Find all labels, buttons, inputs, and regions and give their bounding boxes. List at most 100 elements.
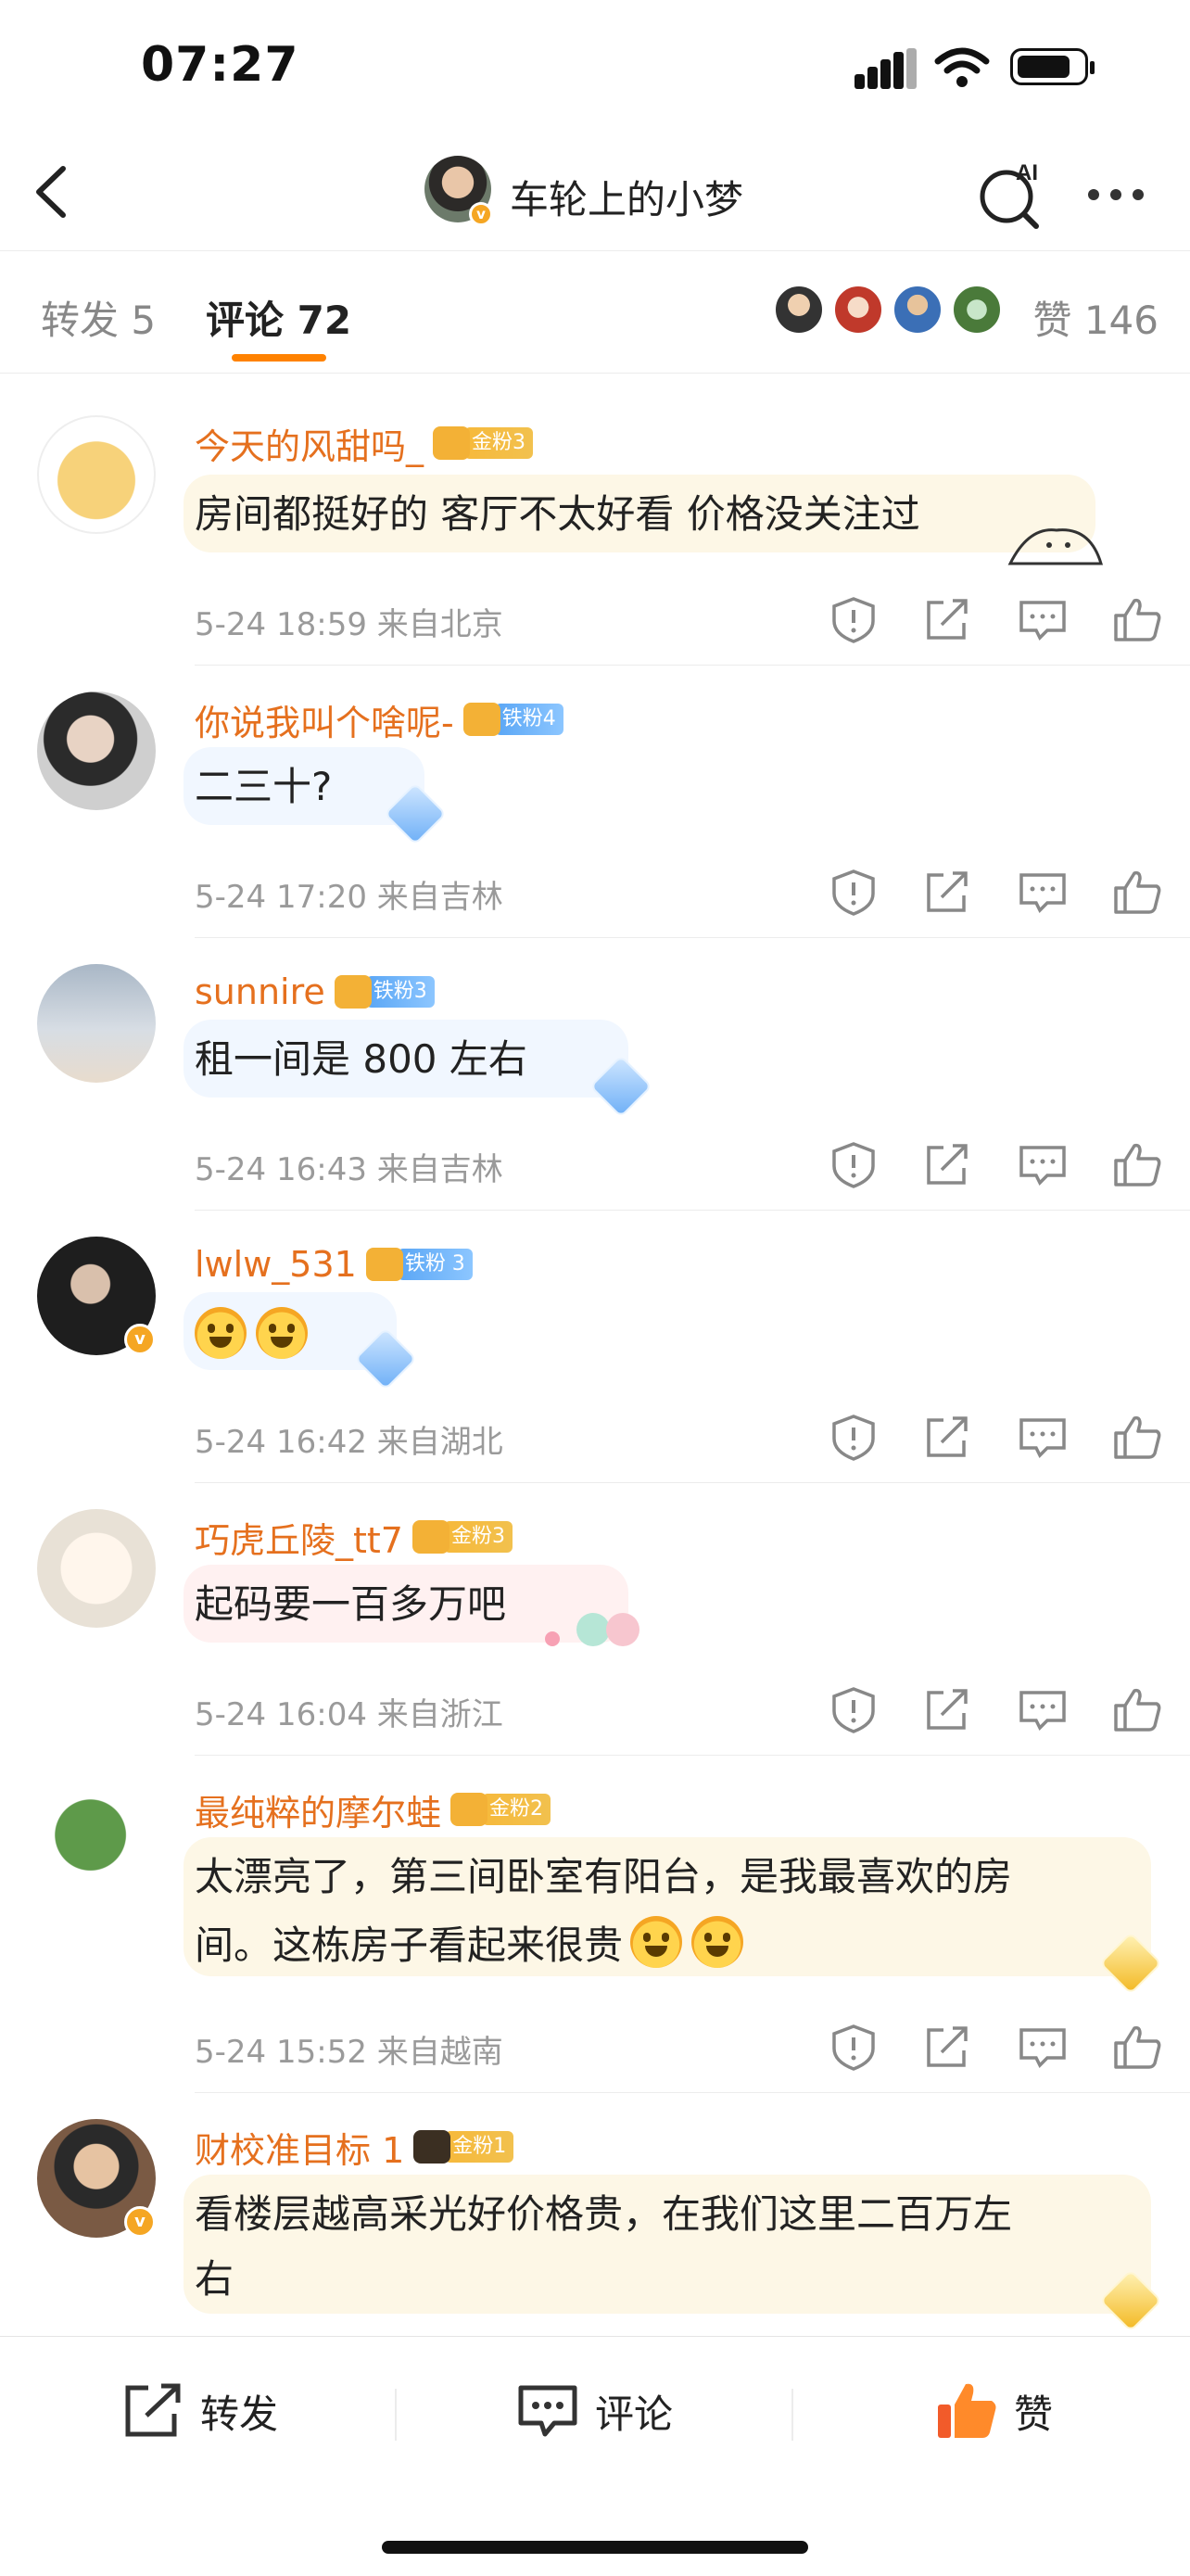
- likes-count[interactable]: 赞 146: [1032, 289, 1158, 346]
- crown-icon: [462, 703, 500, 736]
- bottom-action-bar: 转发 评论 赞: [0, 2336, 1190, 2576]
- comment-location: 来自浙江: [376, 1696, 503, 1733]
- report-shield-icon[interactable]: [821, 1413, 886, 1461]
- report-shield-icon[interactable]: [821, 868, 886, 916]
- nav-bar: v 车轮上的小梦 AI: [0, 139, 1190, 251]
- comment-label: 评论: [595, 2391, 674, 2437]
- fan-badge[interactable]: 铁粉 3: [365, 1248, 473, 1281]
- blushing-emoji-icon: [691, 1916, 744, 1968]
- fan-badge[interactable]: 铁粉4: [462, 703, 563, 736]
- username[interactable]: 今天的风甜吗_: [195, 418, 424, 469]
- liker-avatar[interactable]: [951, 284, 1003, 336]
- battery-icon: [1010, 48, 1095, 85]
- comment-location: 来自越南: [376, 2034, 503, 2071]
- fan-badge[interactable]: 金粉3: [433, 426, 534, 460]
- home-indicator[interactable]: [382, 2541, 808, 2554]
- comment-location: 来自北京: [376, 606, 503, 643]
- comment-time: 5-24 17:20: [195, 879, 367, 916]
- user-avatar[interactable]: [37, 1782, 156, 1900]
- bears-sticker-icon: [545, 1613, 639, 1646]
- comment-button[interactable]: 评论: [515, 2374, 673, 2448]
- report-shield-icon[interactable]: [821, 1685, 886, 1733]
- back-arrow-icon[interactable]: [26, 159, 82, 224]
- comment-item: 今天的风甜吗_ 金粉3 房间都挺好的 客厅不太好看 价格没关注过 5-24 18…: [0, 389, 1190, 666]
- username[interactable]: 巧虎丘陵_tt7: [195, 1512, 403, 1563]
- comment-item: sunnire 铁粉3 租一间是 800 左右 5-24 16:43 来自吉林: [0, 938, 1190, 1211]
- status-bar: 07:27: [0, 0, 1190, 139]
- reply-icon[interactable]: [1010, 868, 1075, 916]
- like-button[interactable]: 赞: [934, 2374, 1053, 2448]
- ai-search-icon[interactable]: AI: [975, 158, 1049, 232]
- comment-text-line1: 看楼层越高采光好价格贵，在我们这里二百万左: [195, 2191, 1013, 2237]
- reply-icon[interactable]: [1010, 595, 1075, 643]
- reply-icon[interactable]: [1010, 1413, 1075, 1461]
- tab-comment[interactable]: 评论 72: [206, 289, 351, 346]
- report-shield-icon[interactable]: [821, 1140, 886, 1188]
- comment-time: 5-24 18:59: [195, 606, 367, 643]
- blushing-emoji-icon: [630, 1916, 683, 1968]
- status-time: 07:27: [141, 37, 299, 93]
- comment-location: 来自湖北: [376, 1424, 503, 1461]
- username[interactable]: lwlw_531: [195, 1244, 357, 1285]
- author-name[interactable]: 车轮上的小梦: [510, 169, 743, 225]
- comment-time: 5-24 16:42: [195, 1424, 367, 1461]
- like-thumb-icon[interactable]: [1105, 1140, 1170, 1188]
- crying-laugh-emoji-icon: [256, 1307, 308, 1359]
- reply-icon[interactable]: [1010, 1140, 1075, 1188]
- liker-avatar[interactable]: [892, 284, 943, 336]
- share-icon[interactable]: [916, 1685, 981, 1733]
- crown-icon: [413, 2130, 451, 2164]
- share-icon[interactable]: [916, 1140, 981, 1188]
- comment-item: 你说我叫个啥呢- 铁粉4 二三十? 5-24 17:20 来自吉林: [0, 666, 1190, 938]
- username[interactable]: sunnire: [195, 971, 325, 1012]
- comment-time: 5-24 15:52: [195, 2034, 367, 2071]
- comment-item: 最纯粹的摩尔蛙 金粉2 太漂亮了，第三间卧室有阳台，是我最喜欢的房 间。这栋房子…: [0, 1756, 1190, 2093]
- user-avatar[interactable]: [37, 964, 156, 1083]
- user-avatar[interactable]: [37, 415, 156, 534]
- comment-text: 起码要一百多万吧: [195, 1581, 507, 1627]
- repost-button[interactable]: 转发: [120, 2374, 278, 2448]
- active-tab-indicator: [232, 354, 326, 362]
- like-thumb-icon[interactable]: [1105, 1685, 1170, 1733]
- crying-laugh-emoji-icon: [195, 1307, 247, 1359]
- ai-label: AI: [1016, 160, 1038, 185]
- report-shield-icon[interactable]: [821, 595, 886, 643]
- share-icon[interactable]: [916, 1413, 981, 1461]
- username[interactable]: 财校准目标 1: [195, 2122, 404, 2173]
- like-thumb-icon[interactable]: [1105, 595, 1170, 643]
- like-thumb-icon[interactable]: [1105, 2023, 1170, 2071]
- fan-badge[interactable]: 金粉2: [450, 1793, 551, 1826]
- user-avatar[interactable]: [37, 692, 156, 810]
- verified-badge-icon: v: [124, 1324, 156, 1355]
- crown-icon: [365, 1248, 403, 1281]
- comment-item: v lwlw_531 铁粉 3 5-24 16:42 来自湖北: [0, 1211, 1190, 1483]
- comment-text-line2: 右: [195, 2256, 234, 2302]
- doodle-dog-sticker-icon: [1007, 528, 1104, 565]
- comment-item: 巧虎丘陵_tt7 金粉3 起码要一百多万吧 5-24 16:04 来自浙江: [0, 1483, 1190, 1756]
- reply-icon[interactable]: [1010, 2023, 1075, 2071]
- verified-badge-icon: v: [469, 202, 493, 226]
- tab-repost[interactable]: 转发 5: [41, 289, 156, 346]
- share-icon[interactable]: [916, 2023, 981, 2071]
- comment-text-line2: 间。这栋房子看起来很贵: [195, 1922, 624, 1968]
- share-icon[interactable]: [916, 868, 981, 916]
- share-icon[interactable]: [916, 595, 981, 643]
- reply-icon[interactable]: [1010, 1685, 1075, 1733]
- username[interactable]: 最纯粹的摩尔蛙: [195, 1784, 441, 1835]
- username[interactable]: 你说我叫个啥呢-: [195, 694, 454, 745]
- crown-icon: [334, 975, 372, 1009]
- fan-badge[interactable]: 金粉1: [413, 2130, 514, 2164]
- liker-avatar[interactable]: [832, 284, 884, 336]
- comment-icon: [518, 2385, 577, 2437]
- comment-text: 租一间是 800 左右: [195, 1036, 527, 1082]
- comment-item: v 财校准目标 1 金粉1 看楼层越高采光好价格贵，在我们这里二百万左 右: [0, 2093, 1190, 2336]
- report-shield-icon[interactable]: [821, 2023, 886, 2071]
- user-avatar[interactable]: [37, 1509, 156, 1628]
- comment-location: 来自吉林: [376, 1151, 503, 1188]
- more-options-icon[interactable]: [1084, 180, 1149, 208]
- like-thumb-icon[interactable]: [1105, 1413, 1170, 1461]
- like-thumb-icon[interactable]: [1105, 868, 1170, 916]
- liker-avatar[interactable]: [773, 284, 825, 336]
- fan-badge[interactable]: 金粉3: [411, 1520, 513, 1554]
- fan-badge[interactable]: 铁粉3: [334, 975, 435, 1009]
